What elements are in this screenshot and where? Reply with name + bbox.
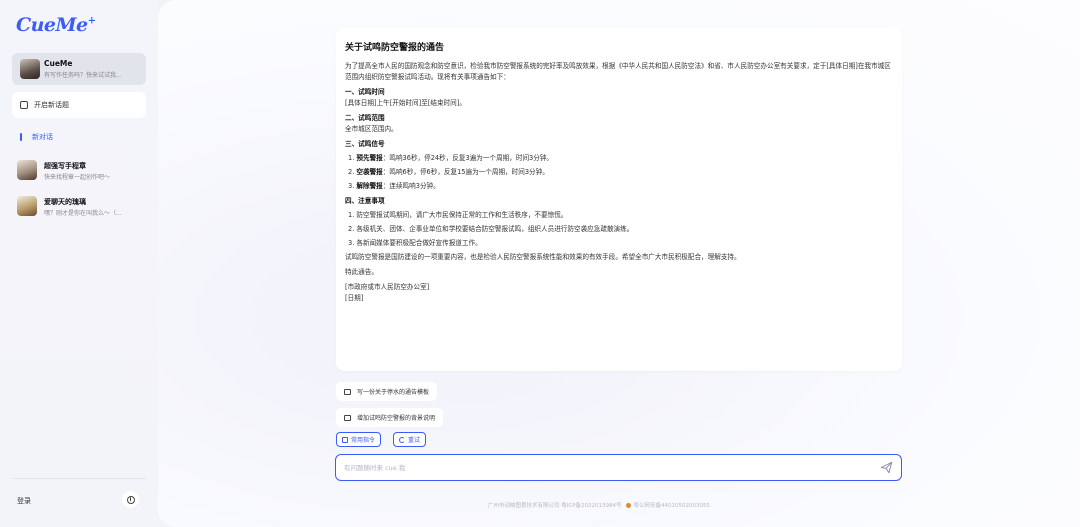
info-icon: i xyxy=(126,495,135,504)
suggestion-chip[interactable]: 增加试鸣防空警报的背景说明 xyxy=(336,408,444,427)
suggestion-label: 写一份关于停水的通告模板 xyxy=(357,389,430,396)
new-chat-label: 新对话 xyxy=(32,133,53,141)
retry-button[interactable]: 重试 xyxy=(393,432,427,447)
command-icon xyxy=(342,436,348,443)
login-link[interactable]: 登录 xyxy=(17,496,31,506)
chat-add-icon xyxy=(20,101,28,109)
message-icon xyxy=(344,414,351,421)
bot-avatar xyxy=(17,196,37,216)
message-closing: 试鸣防空警报是国防建设的一项重要内容，也是检验人民防空警报系统性能和效果的有效手… xyxy=(345,253,741,261)
agent-title: CueMe xyxy=(44,59,73,68)
bot-title: 超强写手程章 xyxy=(44,162,86,170)
section-heading: 一、试鸣时间 xyxy=(345,88,385,96)
new-topic-label: 开启新话题 xyxy=(34,101,69,109)
police-text[interactable]: 粤公网安备44010502003055 xyxy=(634,501,711,509)
list-item: 3. 各新闻媒体要积极配合做好宣传报道工作。 xyxy=(348,239,482,247)
bot-item-chat[interactable]: 爱聊天的瑰璃 嘿？刚才是你在叫我么～（... xyxy=(17,196,147,218)
bot-avatar xyxy=(17,160,37,180)
bot-subtitle: 嘿？刚才是你在叫我么～（... xyxy=(44,210,122,217)
sidebar: CueMe+ CueMe 有写作任务吗？快来试试我... 开启新话题 新对话 超… xyxy=(0,0,158,527)
assistant-message: 关于试鸣防空警报的通告 为了提高全市人民的国防观念和防空意识，检验我市防空警报系… xyxy=(336,28,902,371)
bot-title: 爱聊天的瑰璃 xyxy=(44,198,86,206)
message-notice: 特此通告。 xyxy=(345,268,378,276)
sidebar-item-new-chat[interactable]: 新对话 xyxy=(20,132,53,142)
agent-card-cueme[interactable]: CueMe 有写作任务吗？快来试试我... xyxy=(12,53,146,85)
cueme-logo[interactable]: CueMe+ xyxy=(16,14,96,36)
list-item: 2. 各级机关、团体、企事业单位和学校要结合防空警报试鸣，组织人员进行防空袭应急… xyxy=(348,225,634,233)
chat-input-box[interactable] xyxy=(335,454,902,481)
new-topic-button[interactable]: 开启新话题 xyxy=(12,92,146,118)
footer: 广州市动映图景技术有限公司 粤ICP备2022013984号 粤公网安备4401… xyxy=(488,501,710,509)
common-commands-button[interactable]: 常用指令 xyxy=(336,432,382,447)
suggestion-label: 增加试鸣防空警报的背景说明 xyxy=(357,415,436,422)
bot-subtitle: 快来找程章一起创作吧～ xyxy=(44,174,111,181)
message-intro: 为了提高全市人民的国防观念和防空意识，检验我市防空警报系统的完好率及鸣放效果，根… xyxy=(345,62,891,81)
list-item: 2. 空袭警报：鸣响6秒，停6秒，反复15遍为一个周期，时间3分钟。 xyxy=(348,168,549,176)
section-text: 全市城区范围内。 xyxy=(345,125,398,133)
info-button[interactable]: i xyxy=(122,491,139,508)
message-signer: [市政府或市人民防空办公室] xyxy=(345,283,430,291)
message-date: [日期] xyxy=(345,294,364,302)
common-commands-label: 常用指令 xyxy=(351,437,376,444)
section-heading: 四、注意事项 xyxy=(345,197,385,205)
police-badge-icon xyxy=(625,502,631,508)
list-item: 1. 防空警报试鸣期间，请广大市民保持正常的工作和生活秩序，不要惊慌。 xyxy=(348,211,568,219)
agent-avatar xyxy=(20,59,40,79)
active-indicator xyxy=(20,133,22,141)
icp-text[interactable]: 广州市动映图景技术有限公司 粤ICP备2022013984号 xyxy=(488,501,622,509)
message-title: 关于试鸣防空警报的通告 xyxy=(345,43,445,53)
section-heading: 二、试鸣范围 xyxy=(345,114,385,122)
bot-item-writer[interactable]: 超强写手程章 快来找程章一起创作吧～ xyxy=(17,160,147,182)
section-heading: 三、试鸣信号 xyxy=(345,140,385,148)
section-text: [具体日期]上午[开始时间]至[结束时间]。 xyxy=(345,99,466,107)
refresh-icon xyxy=(399,436,405,443)
list-item: 3. 解除警报：连续鸣响3分钟。 xyxy=(348,182,440,190)
send-icon[interactable] xyxy=(880,461,893,474)
chat-input[interactable] xyxy=(344,462,864,474)
suggestion-chip[interactable]: 写一份关于停水的通告模板 xyxy=(336,382,438,401)
agent-subtitle: 有写作任务吗？快来试试我... xyxy=(44,72,122,79)
list-item: 1. 预先警报：鸣响36秒，停24秒，反复3遍为一个周期，时间3分钟。 xyxy=(348,154,554,162)
retry-label: 重试 xyxy=(408,437,421,444)
sidebar-divider xyxy=(12,478,146,479)
main-panel: 关于试鸣防空警报的通告 为了提高全市人民的国防观念和防空意识，检验我市防空警报系… xyxy=(158,0,1080,527)
message-icon xyxy=(344,388,351,395)
